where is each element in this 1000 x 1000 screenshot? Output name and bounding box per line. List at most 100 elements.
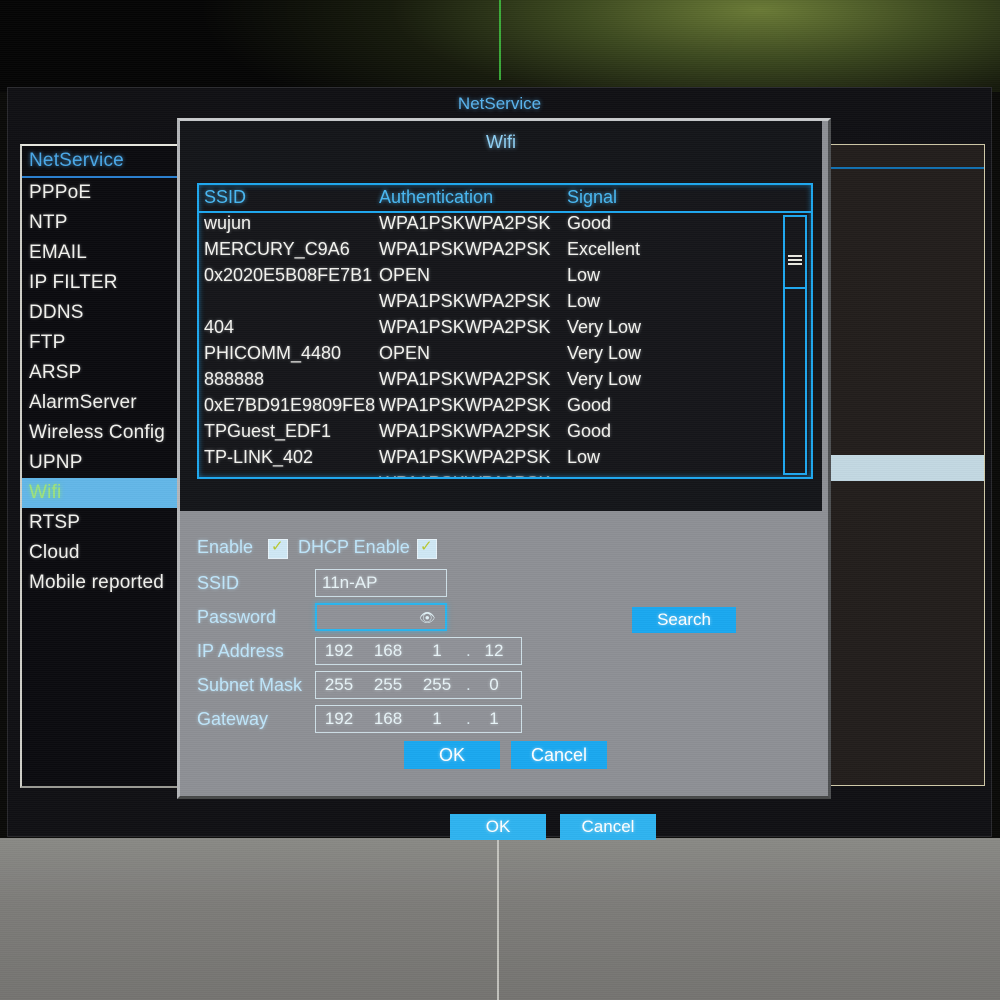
subnet-octet-3: 255 bbox=[422, 675, 452, 694]
cell-auth: WPA1PSKWPA2PSK bbox=[379, 447, 551, 467]
cell-ssid: 0xE7BD91E9809FE8 bbox=[204, 395, 376, 415]
ip-octet-4: 12 bbox=[484, 641, 504, 660]
sidebar-item-wireless-config[interactable]: Wireless Config bbox=[22, 418, 182, 448]
sidebar-item-ntp[interactable]: NTP bbox=[22, 208, 182, 238]
cell-ssid: 888888 bbox=[204, 369, 265, 389]
cell-auth: OPEN bbox=[379, 265, 431, 285]
table-row[interactable]: 404 WPA1PSKWPA2PSK Very Low bbox=[199, 317, 789, 343]
eye-icon[interactable]: 👁 bbox=[419, 610, 437, 625]
cell-ssid: TP-LINK_402 bbox=[204, 447, 314, 467]
cell-signal: Good bbox=[567, 213, 612, 233]
subnet-octet-2: 255 bbox=[373, 675, 403, 694]
table-row[interactable]: WPA1PSKWPA2PSK bbox=[199, 473, 789, 477]
cell-signal: Very Low bbox=[567, 369, 642, 389]
ip-octet-2: 168 bbox=[373, 641, 403, 660]
gateway-octet-4: 1 bbox=[489, 709, 499, 728]
wifi-dialog: Wifi SSID Authentication Signal wujun WPA… bbox=[177, 118, 831, 799]
sidebar-item-netservice[interactable]: NetService bbox=[22, 146, 182, 178]
outer-cancel-button[interactable]: Cancel bbox=[560, 814, 656, 840]
gateway-input[interactable]: 192 168 1 . 1 bbox=[315, 705, 522, 733]
column-header-signal: Signal bbox=[567, 187, 618, 207]
table-row[interactable]: 888888 WPA1PSKWPA2PSK Very Low bbox=[199, 369, 789, 395]
table-row[interactable]: TP-LINK_402 WPA1PSKWPA2PSK Low bbox=[199, 447, 789, 473]
desk-seam bbox=[497, 838, 499, 1000]
table-row[interactable]: wujun WPA1PSKWPA2PSK Good bbox=[199, 213, 789, 239]
cell-auth: WPA1PSKWPA2PSK bbox=[379, 473, 550, 477]
password-label: Password bbox=[197, 607, 277, 627]
password-input[interactable]: 👁 bbox=[315, 603, 447, 631]
column-header-authentication: Authentication bbox=[379, 187, 494, 207]
gateway-label: Gateway bbox=[197, 709, 269, 729]
cell-auth: WPA1PSKWPA2PSK bbox=[379, 395, 551, 415]
cell-auth: WPA1PSKWPA2PSK bbox=[379, 213, 551, 233]
table-row[interactable]: TPGuest_EDF1 WPA1PSKWPA2PSK Good bbox=[199, 421, 789, 447]
gateway-octet-1: 192 bbox=[324, 709, 354, 728]
gateway-octet-2: 168 bbox=[373, 709, 403, 728]
right-panel-divider bbox=[824, 167, 984, 169]
sidebar-item-ftp[interactable]: FTP bbox=[22, 328, 182, 358]
sidebar-item-wifi[interactable]: Wifi bbox=[22, 478, 182, 508]
green-light-streak bbox=[499, 0, 501, 80]
cell-auth: WPA1PSKWPA2PSK bbox=[379, 291, 551, 311]
sidebar-item-ip-filter[interactable]: IP FILTER bbox=[22, 268, 182, 298]
sidebar-item-mobile-reported[interactable]: Mobile reported bbox=[22, 568, 182, 598]
cell-auth: OPEN bbox=[379, 343, 431, 363]
wifi-ap-list[interactable]: SSID Authentication Signal wujun WPA1PSKW… bbox=[197, 183, 813, 479]
right-side-panel bbox=[823, 144, 985, 786]
sidebar-item-email[interactable]: EMAIL bbox=[22, 238, 182, 268]
cell-ssid: TPGuest_EDF1 bbox=[204, 421, 332, 441]
wifi-list-scrollbar-thumb[interactable] bbox=[785, 241, 805, 289]
ip-address-label: IP Address bbox=[197, 641, 284, 661]
cell-ssid: 0x2020E5B08FE7B1 bbox=[204, 265, 373, 285]
cell-ssid: 404 bbox=[204, 317, 235, 337]
table-row[interactable]: MERCURY_C9A6 WPA1PSKWPA2PSK Excellent bbox=[199, 239, 789, 265]
netservice-window-title: NetService bbox=[457, 94, 542, 113]
wifi-ok-button[interactable]: OK bbox=[404, 741, 500, 769]
wifi-list-scrollbar[interactable] bbox=[783, 215, 807, 475]
subnet-octet-1: 255 bbox=[324, 675, 354, 694]
dhcp-enable-label: DHCP Enable bbox=[298, 537, 410, 557]
scrollbar-grip-icon bbox=[788, 255, 802, 265]
outer-ok-button[interactable]: OK bbox=[450, 814, 546, 840]
table-row[interactable]: 0x2020E5B08FE7B1 OPEN Low bbox=[199, 265, 789, 291]
subnet-mask-label: Subnet Mask bbox=[197, 675, 303, 695]
sidebar-item-arsp[interactable]: ARSP bbox=[22, 358, 182, 388]
gateway-octet-3: 1 bbox=[432, 709, 442, 728]
table-row[interactable]: 0xE7BD91E9809FE8 WPA1PSKWPA2PSK Good bbox=[199, 395, 789, 421]
sidebar-item-alarmserver[interactable]: AlarmServer bbox=[22, 388, 182, 418]
sidebar-item-pppoe[interactable]: PPPoE bbox=[22, 178, 182, 208]
subnet-octet-4: 0 bbox=[489, 675, 499, 694]
cell-auth: WPA1PSKWPA2PSK bbox=[379, 421, 551, 441]
cell-ssid: MERCURY_C9A6 bbox=[204, 239, 350, 259]
wifi-cancel-button[interactable]: Cancel bbox=[511, 741, 607, 769]
ssid-input[interactable]: 11n-AP bbox=[315, 569, 447, 597]
cell-signal: Low bbox=[567, 265, 601, 285]
sidebar-item-ddns[interactable]: DDNS bbox=[22, 298, 182, 328]
table-row[interactable]: PHICOMM_4480 OPEN Very Low bbox=[199, 343, 789, 369]
cell-auth: WPA1PSKWPA2PSK bbox=[379, 369, 551, 389]
sidebar-item-rtsp[interactable]: RTSP bbox=[22, 508, 182, 538]
cell-auth: WPA1PSKWPA2PSK bbox=[379, 317, 551, 337]
cell-signal: Good bbox=[567, 421, 612, 441]
enable-checkbox[interactable] bbox=[268, 537, 288, 559]
wifi-ap-list-header: SSID Authentication Signal bbox=[199, 185, 811, 213]
sidebar-item-cloud[interactable]: Cloud bbox=[22, 538, 182, 568]
cell-auth: WPA1PSKWPA2PSK bbox=[379, 239, 551, 259]
cell-ssid: wujun bbox=[204, 213, 252, 233]
netservice-menu-list[interactable]: NetService PPPoE NTP EMAIL IP FILTER DDNS FTP A… bbox=[20, 144, 183, 788]
wifi-dialog-title: Wifi bbox=[486, 132, 516, 152]
cell-signal: Low bbox=[567, 447, 601, 467]
ip-octet-1: 192 bbox=[324, 641, 354, 660]
subnet-mask-input[interactable]: 255 255 255 . 0 bbox=[315, 671, 522, 699]
table-row[interactable]: WPA1PSKWPA2PSK Low bbox=[199, 291, 789, 317]
sidebar-item-upnp[interactable]: UPNP bbox=[22, 448, 182, 478]
enable-label: Enable bbox=[197, 537, 254, 557]
ssid-input-value: 11n-AP bbox=[322, 573, 378, 592]
wifi-settings-form: Enable DHCP Enable SSID 11n-AP Password … bbox=[180, 511, 822, 786]
dhcp-enable-checkbox[interactable] bbox=[417, 537, 437, 559]
desk-surface bbox=[0, 838, 1000, 1000]
ssid-label: SSID bbox=[197, 573, 240, 593]
screen-photo: NetService NetService PPPoE NTP EMAIL IP FIL… bbox=[0, 0, 1000, 1000]
ip-address-input[interactable]: 192 168 1 . 12 bbox=[315, 637, 522, 665]
column-header-ssid: SSID bbox=[204, 187, 247, 207]
